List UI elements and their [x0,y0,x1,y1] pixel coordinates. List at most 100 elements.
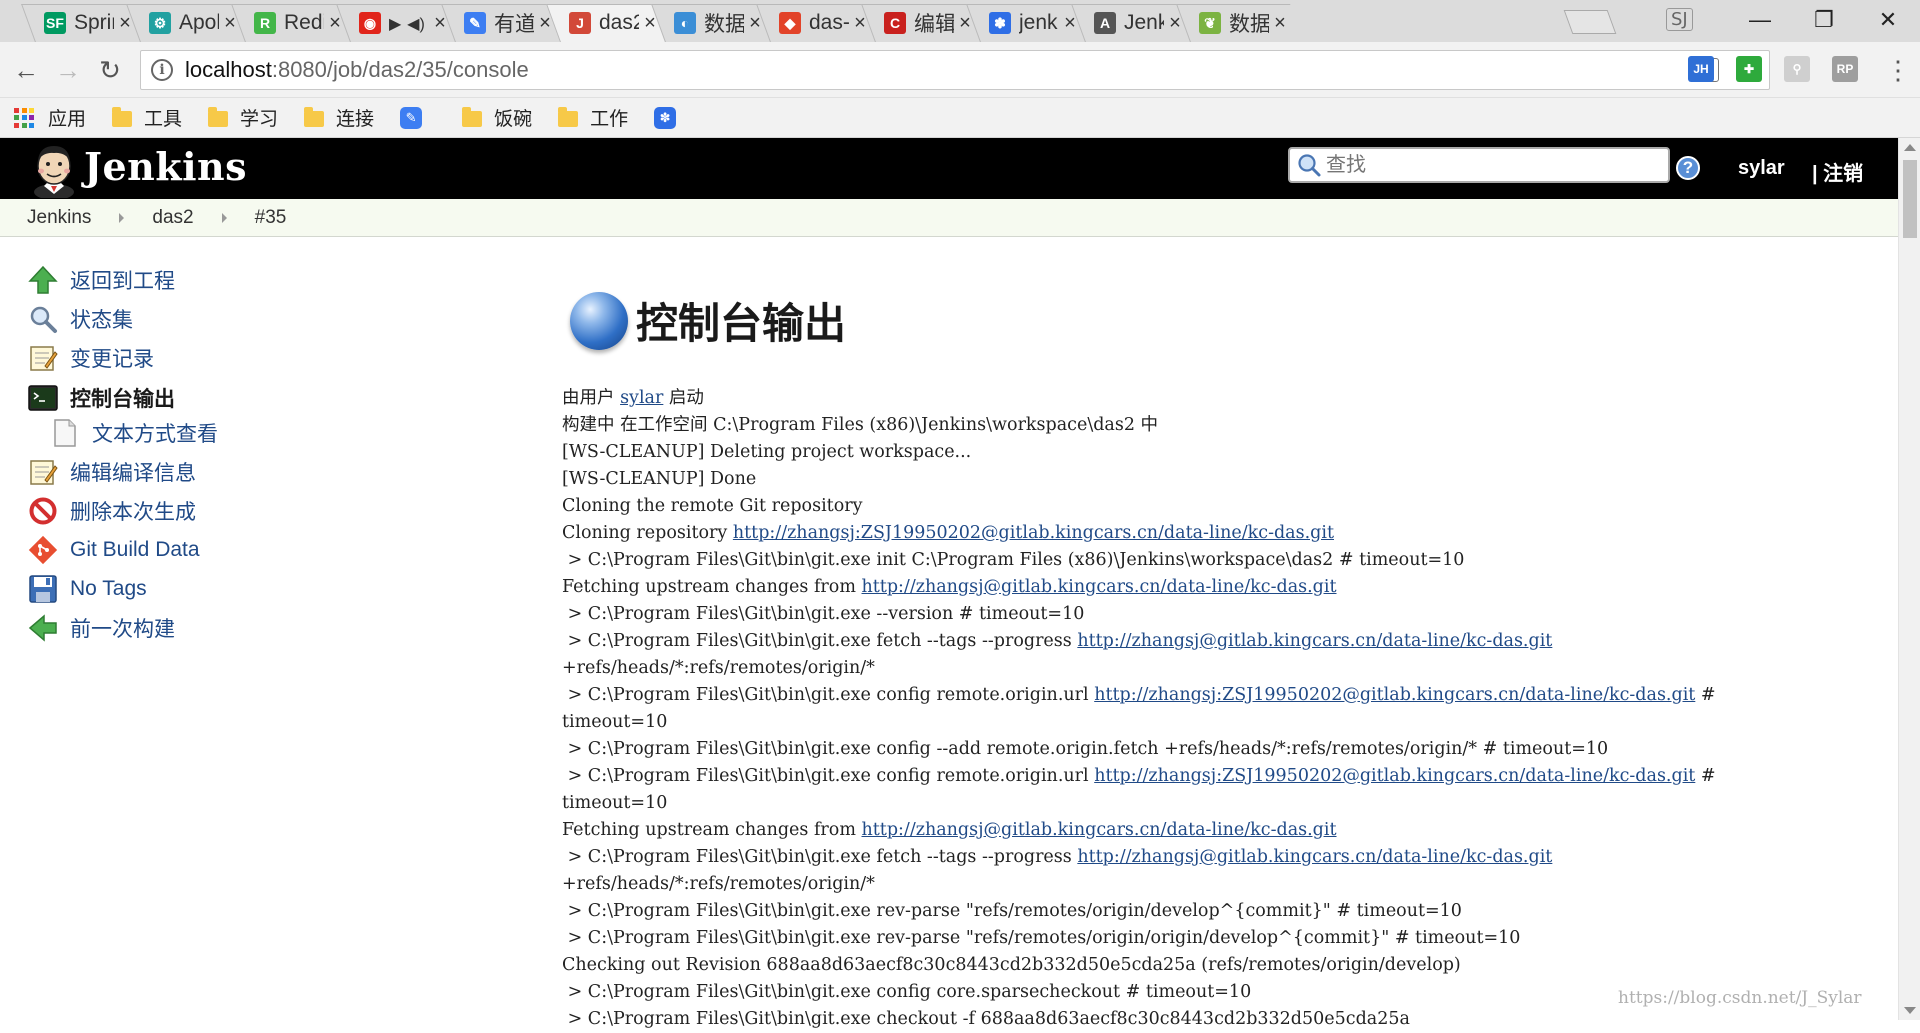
tab-audio-icon[interactable]: ◀) [407,16,425,33]
bookmark-item[interactable]: 学习 [208,104,278,131]
tab-playing-icon[interactable]: ▶ [389,16,401,33]
browser-tab[interactable]: R Redi × [230,4,352,42]
browser-tab[interactable]: ⚙ Apol × [125,4,247,42]
browser-tab[interactable]: ✎ 有道 × [440,4,562,42]
extension-icon[interactable]: JH [1688,56,1714,82]
extension-icon[interactable]: RP [1832,56,1858,82]
git-icon[interactable] [26,533,60,567]
tab-close-icon[interactable]: × [221,12,239,35]
task-label[interactable]: 变更记录 [70,343,154,373]
task-label[interactable]: Git Build Data [70,538,200,562]
minimize-button[interactable]: — [1728,0,1792,40]
bookmark-item[interactable]: 工具 [112,104,182,131]
extension-icon[interactable]: ⚲ [1784,56,1810,82]
notepad-icon[interactable] [26,455,60,489]
tab-close-icon[interactable]: × [1271,12,1289,35]
breadcrumb-chevron-icon[interactable] [119,212,125,223]
task-link[interactable]: 编辑编译信息 [26,455,196,489]
browser-menu-icon[interactable]: ⋮ [1880,52,1916,88]
maximize-button[interactable]: ❐ [1792,0,1856,40]
task-label[interactable]: 文本方式查看 [92,418,218,448]
task-link[interactable]: 状态集 [26,302,133,336]
tab-close-icon[interactable]: × [431,12,449,35]
bookmark-item[interactable]: 连接 [304,104,374,131]
save-icon[interactable] [26,572,60,606]
extension-icon[interactable]: ✚ [1736,56,1762,82]
bookmark-item[interactable]: ✽ [654,106,690,129]
task-link[interactable]: 文本方式查看 [48,416,218,450]
console-link[interactable]: http://zhangsj@gitlab.kingcars.cn/data-l… [1077,847,1552,867]
document-icon[interactable] [48,416,82,450]
bookmark-item[interactable]: 工作 [558,104,628,131]
back-button[interactable]: ← [8,52,44,88]
browser-tab[interactable]: A Jenk × [1070,4,1192,42]
no-entry-icon[interactable] [26,494,60,528]
close-window-button[interactable]: ✕ [1856,0,1920,40]
console-link[interactable]: http://zhangsj:ZSJ19950202@gitlab.kingca… [1094,685,1695,705]
breadcrumb-chevron-icon[interactable] [221,212,227,223]
console-link[interactable]: http://zhangsj:ZSJ19950202@gitlab.kingca… [733,523,1334,543]
help-icon[interactable]: ? [1676,156,1700,180]
jenkins-title[interactable]: Jenkins [84,144,247,189]
browser-tab[interactable]: SF Sprir × [20,4,142,42]
tab-close-icon[interactable]: × [1166,12,1184,35]
logout-link[interactable]: | 注销 [1812,157,1863,186]
task-link[interactable]: 返回到工程 [26,263,175,297]
console-link[interactable]: sylar [620,388,663,408]
notepad-icon[interactable] [26,341,60,375]
scroll-down-arrow-icon[interactable] [1904,1007,1916,1014]
tab-close-icon[interactable]: × [746,12,764,35]
page-scrollbar[interactable] [1898,138,1920,1020]
task-link[interactable]: Git Build Data [26,533,200,567]
tab-close-icon[interactable]: × [116,12,134,35]
task-link[interactable]: 控制台输出 [26,381,175,415]
breadcrumb-item[interactable]: Jenkins [27,207,91,229]
scrollbar-thumb[interactable] [1903,160,1917,238]
jenkins-search-box[interactable] [1288,147,1670,183]
terminal-icon[interactable] [26,381,60,415]
bookmark-item[interactable]: 应用 [14,104,86,131]
task-link[interactable]: No Tags [26,572,147,606]
bookmark-item[interactable]: 饭碗 [462,104,532,131]
bookmark-item[interactable]: ✎ [400,106,436,129]
task-link[interactable]: 变更记录 [26,341,154,375]
url-text[interactable]: localhost:8080/job/das2/35/console [185,57,1695,83]
browser-tab[interactable]: ❦ 数据 × [1175,4,1297,42]
task-label[interactable]: 返回到工程 [70,265,175,295]
task-link[interactable]: 删除本次生成 [26,494,196,528]
console-link[interactable]: http://zhangsj@gitlab.kingcars.cn/data-l… [862,577,1337,597]
user-link[interactable]: sylar [1738,157,1785,180]
forward-button[interactable]: → [50,52,86,88]
task-label[interactable]: 状态集 [70,304,133,334]
breadcrumb-item[interactable]: #35 [255,207,287,229]
jenkins-search-input[interactable] [1326,153,1646,177]
search-icon[interactable] [26,302,60,336]
up-arrow-icon[interactable] [26,263,60,297]
new-tab-button[interactable] [1563,10,1617,34]
tab-close-icon[interactable]: × [851,12,869,35]
task-label[interactable]: No Tags [70,577,147,601]
console-link[interactable]: http://zhangsj:ZSJ19950202@gitlab.kingca… [1094,766,1695,786]
left-arrow-icon[interactable] [26,611,60,645]
task-label[interactable]: 删除本次生成 [70,496,196,526]
jenkins-butler-logo-icon[interactable] [26,142,82,198]
console-link[interactable]: http://zhangsj@gitlab.kingcars.cn/data-l… [1077,631,1552,651]
tab-close-icon[interactable]: × [536,12,554,35]
browser-tab[interactable]: Jdas2 × [545,4,667,42]
reload-button[interactable]: ↻ [92,52,128,88]
browser-tab[interactable]: ◉ ▶ ◀) × [335,4,457,42]
browser-tab[interactable]: C 编辑 × [860,4,982,42]
tab-close-icon[interactable]: × [1061,12,1079,35]
tab-close-icon[interactable]: × [956,12,974,35]
task-label[interactable]: 编辑编译信息 [70,457,196,487]
address-bar[interactable]: i localhost:8080/job/das2/35/console 文 ☆ [140,50,1770,90]
task-link[interactable]: 前一次构建 [26,611,175,645]
task-label[interactable]: 前一次构建 [70,613,175,643]
scroll-up-arrow-icon[interactable] [1904,144,1916,151]
breadcrumb-item[interactable]: das2 [152,207,193,229]
tab-close-icon[interactable]: × [641,12,659,35]
task-label[interactable]: 控制台输出 [70,383,175,413]
site-info-icon[interactable]: i [151,59,173,81]
browser-tab[interactable]: ◐ 数据 × [650,4,772,42]
console-link[interactable]: http://zhangsj@gitlab.kingcars.cn/data-l… [862,820,1337,840]
